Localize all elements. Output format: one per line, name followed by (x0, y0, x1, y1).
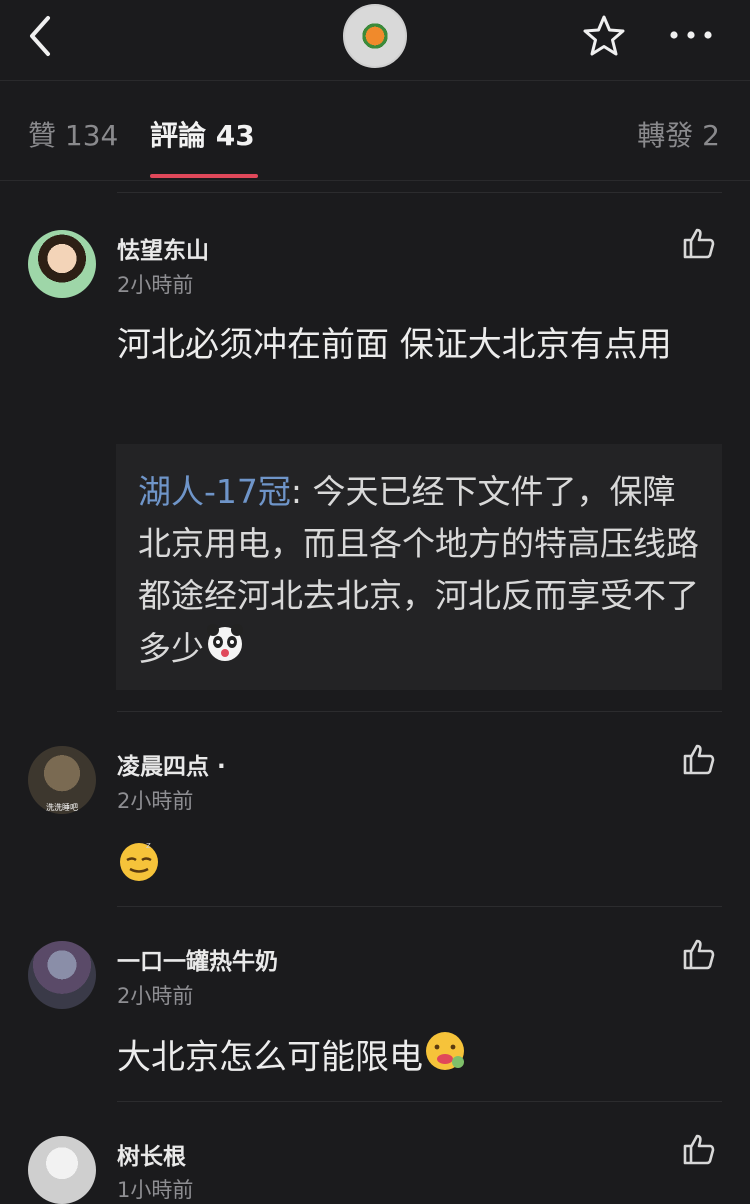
back-button[interactable] (22, 14, 62, 58)
star-icon (583, 15, 625, 56)
more-dots-icon (670, 31, 712, 39)
top-bar (0, 0, 750, 81)
avatar[interactable] (28, 230, 96, 298)
sleepy-emoji-icon: z (117, 838, 161, 886)
like-button[interactable] (682, 1132, 716, 1166)
comment-author[interactable]: 怯望东山 (117, 231, 209, 265)
tab-bar: 贊 134 評論 43 轉發 2 (0, 80, 750, 181)
avatar-caption: 洗洗睡吧 (46, 803, 78, 812)
like-button[interactable] (682, 742, 716, 776)
thumb-up-icon (683, 1134, 715, 1165)
thumb-up-icon (683, 939, 715, 970)
chevron-left-icon (30, 16, 50, 56)
panda-emoji-icon (204, 622, 246, 679)
avatar[interactable] (28, 941, 96, 1009)
tab-forwards[interactable]: 轉發 2 (637, 114, 720, 154)
divider (117, 1101, 722, 1102)
reply-separator: : (290, 472, 313, 511)
comment-text: 大北京怎么可能限电 (117, 1029, 717, 1089)
comment-author[interactable]: 一口一罐热牛奶 (117, 942, 278, 976)
comment-author[interactable]: 树长根 (117, 1137, 186, 1171)
thumb-up-icon (683, 744, 715, 775)
divider (117, 192, 722, 193)
comment-time: 2小時前 (117, 789, 194, 813)
drooling-emoji-icon (423, 1029, 467, 1089)
active-tab-indicator (150, 174, 258, 178)
like-button[interactable] (682, 937, 716, 971)
tab-likes[interactable]: 贊 134 (28, 114, 118, 154)
thumb-up-icon (683, 228, 715, 259)
more-button[interactable] (668, 20, 714, 50)
divider (117, 906, 722, 907)
divider (117, 711, 722, 712)
comment-text: 河北必须冲在前面 保证大北京有点用 (117, 325, 672, 365)
favorite-button[interactable] (582, 14, 626, 58)
avatar[interactable] (28, 1136, 96, 1204)
author-avatar[interactable] (343, 4, 407, 68)
reply-body: 湖人-17冠: 今天已经下文件了，保障北京用电，而且各个地方的特高压线路都途经河… (138, 466, 704, 679)
comment-time: 2小時前 (117, 984, 194, 1008)
reply-author[interactable]: 湖人-17冠 (138, 472, 291, 511)
comment-author[interactable]: 凌晨四点 · (117, 747, 226, 781)
comment-text-content: 大北京怎么可能限电 (117, 1037, 423, 1078)
svg-text:z: z (146, 841, 151, 851)
tab-comments[interactable]: 評論 43 (150, 114, 255, 154)
comment-time: 1小時前 (117, 1178, 194, 1202)
avatar[interactable]: 洗洗睡吧 (28, 746, 96, 814)
comment-time: 2小時前 (117, 273, 194, 297)
quoted-reply[interactable]: 湖人-17冠: 今天已经下文件了，保障北京用电，而且各个地方的特高压线路都途经河… (116, 444, 722, 690)
like-button[interactable] (682, 226, 716, 260)
